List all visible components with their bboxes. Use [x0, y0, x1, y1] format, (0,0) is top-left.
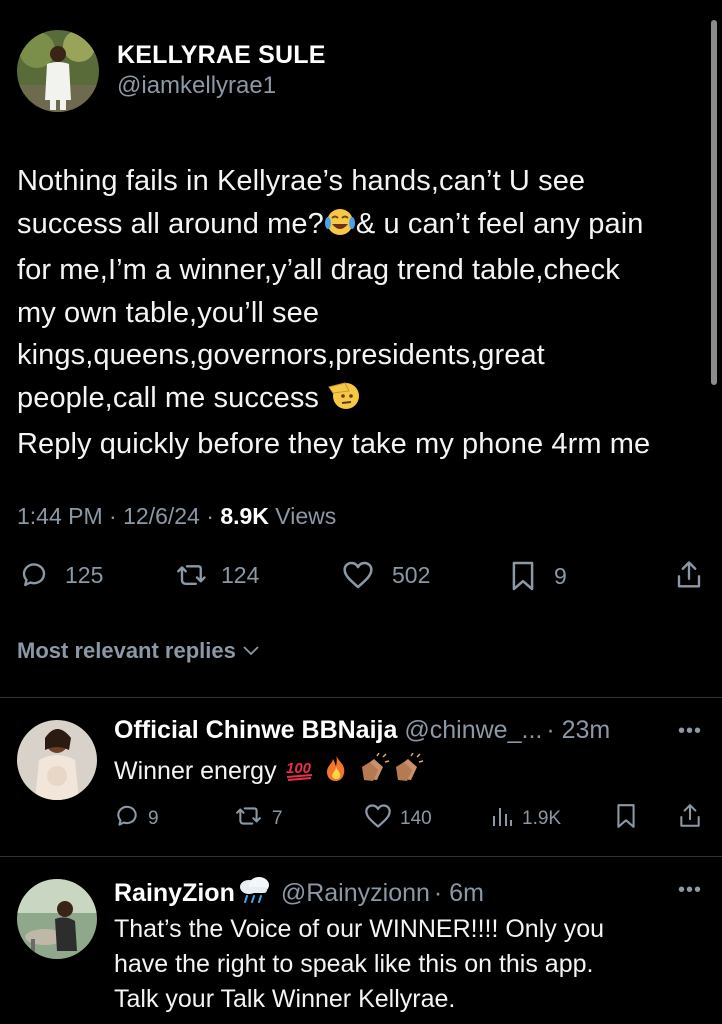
bookmark-icon	[510, 560, 536, 592]
fire-emoji-icon	[322, 753, 350, 793]
reply-time[interactable]: · 6m	[434, 879, 484, 908]
like-button[interactable]: 502	[342, 560, 430, 590]
reply-display-name[interactable]: Official Chinwe BBNaija	[114, 716, 397, 745]
tweet-date[interactable]: 12/6/24	[123, 503, 200, 529]
tweet-meta: 1:44 PM · 12/6/24 · 8.9K Views	[17, 503, 337, 529]
repost-icon	[175, 560, 209, 590]
reply-time[interactable]: · 23m	[546, 716, 610, 745]
views-count: 1.9K	[522, 808, 562, 829]
tweet-line: Nothing fails in Kellyrae’s hands,can’t …	[17, 165, 586, 197]
laughing-emoji-icon	[324, 207, 356, 250]
bookmark-button[interactable]: 9	[510, 560, 567, 592]
repost-button[interactable]: 124	[175, 560, 259, 590]
tweet-time[interactable]: 1:44 PM	[17, 503, 103, 529]
reply-count: 9	[148, 808, 159, 829]
repost-count: 124	[221, 561, 260, 588]
tweet-actions: 125 124 502 9	[17, 560, 707, 600]
avatar[interactable]	[17, 30, 99, 112]
bookmark-icon	[615, 803, 637, 835]
avatar[interactable]	[17, 720, 97, 800]
reply-icon	[114, 803, 140, 835]
clapping-hands-emoji-icon	[357, 752, 391, 793]
hundred-points-emoji-icon: 100	[284, 755, 316, 793]
cloud-rain-emoji-icon	[237, 875, 271, 912]
tweet-line: Reply quickly before they take my phone …	[17, 428, 651, 460]
reply-actions: 9 7 140 1.9K	[114, 803, 704, 833]
tweet-line: for me,I’m a winner,y’all drag trend tab…	[17, 254, 620, 286]
repost-icon	[234, 803, 264, 835]
reply-handle[interactable]: @chinwe_...	[404, 716, 542, 745]
display-name[interactable]: KELLYRAE SULE	[117, 40, 326, 70]
share-icon	[678, 803, 702, 835]
views-button[interactable]: 1.9K	[490, 803, 561, 835]
tweet-text: Nothing fails in Kellyrae’s hands,can’t …	[17, 160, 707, 466]
repost-count: 7	[272, 808, 283, 829]
reply-line: Talk your Talk Winner Kellyrae.	[114, 985, 456, 1013]
reply-item[interactable]: RainyZion @Rainyzionn · 6m ••• That’s th…	[0, 857, 722, 1024]
like-button[interactable]: 140	[364, 803, 432, 835]
share-button[interactable]	[678, 803, 702, 835]
tweet-line: my own table,you’ll see	[17, 296, 320, 329]
handle[interactable]: @iamkellyrae1	[117, 70, 326, 102]
reply-handle[interactable]: @Rainyzionn	[281, 879, 430, 908]
clapping-hands-emoji-icon	[391, 752, 425, 793]
views-icon	[490, 803, 514, 835]
reply-line: have the right to speak like this on thi…	[114, 950, 594, 978]
bookmark-count: 9	[554, 562, 567, 589]
repost-button[interactable]: 7	[234, 803, 283, 835]
like-count: 140	[400, 808, 432, 829]
saluting-face-emoji-icon	[327, 379, 361, 424]
reply-icon	[19, 560, 49, 590]
views-count: 8.9K	[220, 503, 269, 529]
share-icon	[675, 560, 703, 590]
more-icon[interactable]: •••	[678, 720, 702, 743]
like-count: 502	[392, 561, 431, 588]
reply-header: RainyZion @Rainyzionn · 6m	[114, 875, 484, 912]
heart-icon	[342, 560, 374, 590]
chevron-down-icon	[243, 646, 259, 656]
views-label: Views	[275, 503, 337, 529]
replies-sort-dropdown[interactable]: Most relevant replies	[17, 638, 260, 664]
replies-sort-label: Most relevant replies	[17, 638, 236, 663]
reply-button[interactable]: 125	[19, 560, 103, 590]
reply-line: That’s the Voice of our WINNER!!!! Only …	[114, 915, 605, 943]
tweet-line-part: people,call me success	[17, 381, 328, 414]
reply-header: Official Chinwe BBNaija @chinwe_... · 23…	[114, 716, 610, 745]
tweet-author[interactable]: KELLYRAE SULE @iamkellyrae1	[17, 30, 326, 112]
reply-display-name[interactable]: RainyZion	[114, 879, 235, 908]
reply-text: That’s the Voice of our WINNER!!!! Only …	[114, 912, 604, 1017]
scrollbar[interactable]	[711, 20, 717, 385]
reply-count: 125	[65, 561, 104, 588]
reply-button[interactable]: 9	[114, 803, 159, 835]
tweet-line: kings,queens,governors,presidents,great	[17, 339, 545, 371]
more-icon[interactable]: •••	[678, 879, 702, 902]
avatar[interactable]	[17, 879, 97, 959]
tweet-line: success all around me? & u can’t feel any…	[17, 203, 707, 250]
tweet-line-part: success all around me?	[17, 207, 324, 240]
reply-text-part: Winner energy	[114, 757, 284, 785]
reply-item[interactable]: Official Chinwe BBNaija @chinwe_... · 23…	[0, 698, 722, 856]
tweet-line-part: & u can’t feel any pain	[355, 207, 644, 240]
heart-icon	[364, 803, 392, 835]
tweet-line: people,call me success	[17, 377, 707, 424]
share-button[interactable]	[675, 560, 703, 590]
reply-text: Winner energy 100	[114, 752, 425, 793]
bookmark-button[interactable]	[615, 803, 637, 835]
